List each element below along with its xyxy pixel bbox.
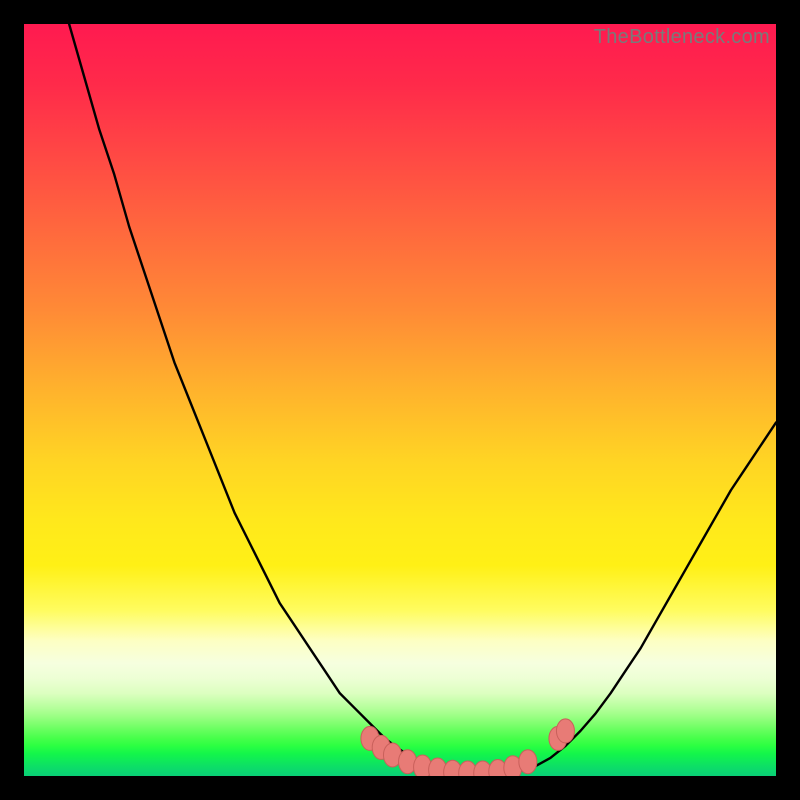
bottleneck-curve <box>69 24 776 774</box>
curve-overlay <box>24 24 776 776</box>
data-point <box>556 719 574 743</box>
chart-stage: TheBottleneck.com <box>0 0 800 800</box>
data-point <box>519 750 537 774</box>
plot-area: TheBottleneck.com <box>24 24 776 776</box>
data-points-group <box>361 719 575 776</box>
